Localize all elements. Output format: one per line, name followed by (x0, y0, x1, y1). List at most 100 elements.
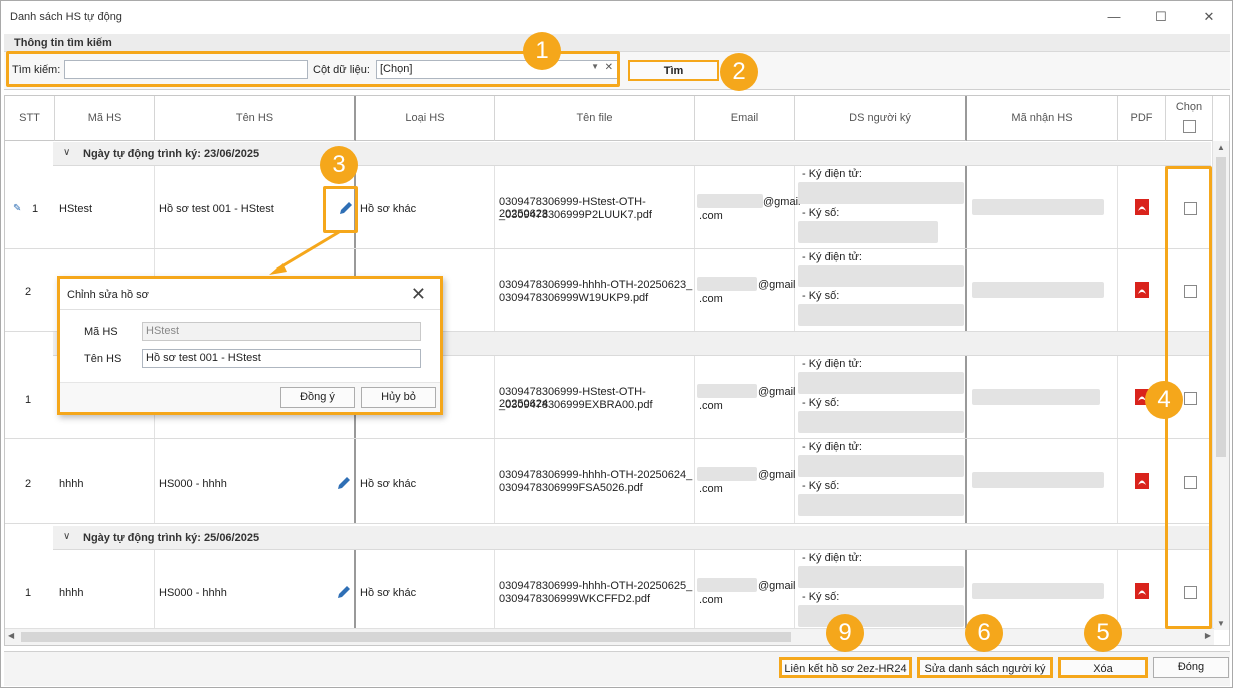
cell-ten-hs: HS000 - hhhh (159, 587, 227, 599)
cell-stt: 1 (25, 587, 32, 599)
arrow-icon (269, 230, 340, 275)
cell-ky-so: - Ký số: (802, 591, 840, 603)
chevron-down-icon[interactable]: ∨ (63, 147, 70, 158)
pencil-icon[interactable] (335, 583, 353, 601)
cell-ten-file-line2: 0309478306999FSA5026.pdf (499, 482, 643, 494)
column-header-ten-file[interactable]: Tên file (495, 96, 695, 141)
horizontal-scroll-thumb[interactable] (21, 632, 791, 642)
group-row[interactable]: ∨ Ngày tự động trình ký: 25/06/2025 (53, 526, 1211, 550)
cell-ky-dien-tu: - Ký điện tử: (802, 251, 862, 263)
main-window: Danh sách HS tự động — ☐ ✕ Thông tin tìm… (0, 0, 1233, 688)
title-bar: Danh sách HS tự động — ☐ ✕ (1, 1, 1232, 33)
cell-ma-hs: hhhh (59, 587, 84, 599)
group-label: Ngày tự động trình ký: 23/06/2025 (83, 148, 260, 160)
group-row[interactable]: ∨ Ngày tự động trình ký: 23/06/2025 (53, 142, 1211, 166)
badge-5: 5 (1084, 614, 1122, 652)
column-header-email[interactable]: Email (695, 96, 795, 141)
column-header-pdf[interactable]: PDF (1118, 96, 1166, 141)
scroll-down-icon[interactable]: ▼ (1217, 619, 1225, 628)
edit-signers-button[interactable]: Sửa danh sách người ký (917, 657, 1053, 678)
dialog-ma-input: HStest (142, 322, 421, 341)
cell-ten-file-line1: 0309478306999-hhhh-OTH-20250625_ (499, 580, 693, 592)
link-profile-button[interactable]: Liên kết hồ sơ 2ez-HR24 (779, 657, 912, 678)
column-header-ma-nhan-hs[interactable]: Mã nhận HS (967, 96, 1118, 141)
close-button[interactable]: Đóng (1153, 657, 1229, 678)
vertical-scroll-thumb[interactable] (1216, 157, 1226, 457)
edit-dialog: Chỉnh sửa hồ sơ ✕ Mã HS HStest Tên HS Hồ… (57, 276, 443, 415)
scroll-left-icon[interactable]: ◀ (8, 631, 14, 640)
cell-ten-file-line2: 0309478306999W19UKP9.pdf (499, 292, 649, 304)
cell-ky-so: - Ký số: (802, 480, 840, 492)
pencil-icon[interactable] (335, 474, 353, 492)
select-all-checkbox[interactable] (1182, 120, 1196, 133)
cell-email-tld: .com (699, 594, 723, 606)
dialog-title: Chỉnh sửa hồ sơ (67, 289, 149, 301)
badge-3: 3 (320, 146, 358, 184)
minimize-icon[interactable]: — (1102, 7, 1126, 27)
pdf-icon[interactable] (1135, 473, 1149, 489)
cell-ky-dien-tu: - Ký điện tử: (802, 552, 862, 564)
column-header-ten-hs[interactable]: Tên HS (155, 96, 356, 141)
horizontal-scrollbar[interactable]: ◀ ▶ (5, 628, 1214, 645)
cell-ma-hs: hhhh (59, 478, 84, 490)
pdf-icon[interactable] (1135, 199, 1149, 215)
dialog-ok-button[interactable]: Đồng ý (280, 387, 355, 408)
column-header-loai-hs[interactable]: Loại HS (356, 96, 495, 141)
cell-ten-file-line1: 0309478306999-hhhh-OTH-20250623_ (499, 279, 693, 291)
column-header-chon-label: Chọn (1175, 101, 1203, 113)
cell-ten-hs: HS000 - hhhh (159, 478, 227, 490)
cell-email-tld: .com (699, 400, 723, 412)
pdf-icon[interactable] (1135, 583, 1149, 599)
cell-ten-file-line2: 0309478306999WKCFFD2.pdf (499, 593, 651, 605)
cell-email-tld: .com (699, 293, 723, 305)
delete-button[interactable]: Xóa (1058, 657, 1148, 678)
cell-loai-hs: Hồ sơ khác (360, 478, 417, 490)
table-row[interactable]: ✎ 1 HStest Hồ sơ test 001 - HStest Hồ sơ… (5, 166, 1211, 249)
window-close-icon[interactable]: ✕ (1197, 7, 1221, 27)
badge-2: 2 (720, 53, 758, 91)
column-header-ds-nguoi-ky[interactable]: DS người ký (795, 96, 967, 141)
maximize-icon[interactable]: ☐ (1149, 7, 1173, 27)
vertical-scrollbar[interactable]: ▲ ▼ (1212, 141, 1229, 630)
cell-stt: 2 (25, 286, 32, 298)
search-panel-title: Thông tin tìm kiếm (14, 37, 112, 49)
dialog-cancel-button[interactable]: Hủy bỏ (361, 387, 436, 408)
cell-stt: 2 (25, 478, 32, 490)
find-button[interactable]: Tìm (628, 60, 719, 81)
cell-loai-hs: Hồ sơ khác (360, 587, 417, 599)
cell-loai-hs: Hồ sơ khác (360, 203, 417, 215)
cell-email-domain: @gmail (758, 386, 796, 398)
scroll-right-icon[interactable]: ▶ (1205, 631, 1211, 640)
bottom-bar: Liên kết hồ sơ 2ez-HR24 Sửa danh sách ng… (4, 651, 1230, 686)
cell-ten-file-line2: _0309478306999P2LUUK7.pdf (499, 209, 652, 221)
cell-ma-hs: HStest (59, 203, 93, 215)
close-icon[interactable]: ✕ (411, 284, 426, 305)
chevron-down-icon[interactable]: ∨ (63, 531, 70, 542)
column-header-chon[interactable]: Chọn (1166, 96, 1213, 141)
cell-ten-hs: Hồ sơ test 001 - HStest (159, 203, 274, 215)
column-header-stt[interactable]: STT (5, 96, 55, 141)
cell-stt: 1 (32, 203, 39, 215)
cell-stt: 1 (25, 394, 32, 406)
search-panel-header: Thông tin tìm kiếm (4, 34, 1230, 52)
cell-email-domain: @gmail (758, 469, 796, 481)
cell-ky-dien-tu: - Ký điện tử: (802, 441, 862, 453)
dialog-ten-label: Tên HS (84, 353, 122, 365)
badge-9: 9 (826, 614, 864, 652)
table-row[interactable]: 2 hhhh HS000 - hhhh Hồ sơ khác 030947830… (5, 439, 1211, 524)
dialog-ma-label: Mã HS (84, 326, 118, 338)
window-title: Danh sách HS tự động (10, 11, 122, 23)
cell-ky-so: - Ký số: (802, 290, 840, 302)
dialog-ten-input[interactable]: Hồ sơ test 001 - HStest (142, 349, 421, 368)
scroll-up-icon[interactable]: ▲ (1217, 143, 1225, 152)
badge-4: 4 (1145, 381, 1183, 419)
pdf-icon[interactable] (1135, 282, 1149, 298)
column-header-ma-hs[interactable]: Mã HS (55, 96, 155, 141)
cell-ky-so: - Ký số: (802, 207, 840, 219)
cell-ky-dien-tu: - Ký điện tử: (802, 358, 862, 370)
table-row[interactable]: 1 hhhh HS000 - hhhh Hồ sơ khác 030947830… (5, 550, 1211, 630)
group-label: Ngày tự động trình ký: 25/06/2025 (83, 532, 260, 544)
badge-1: 1 (523, 32, 561, 70)
cell-ten-file-line1: 0309478306999-hhhh-OTH-20250624_ (499, 469, 693, 481)
cell-email-domain: @gmail (758, 580, 796, 592)
